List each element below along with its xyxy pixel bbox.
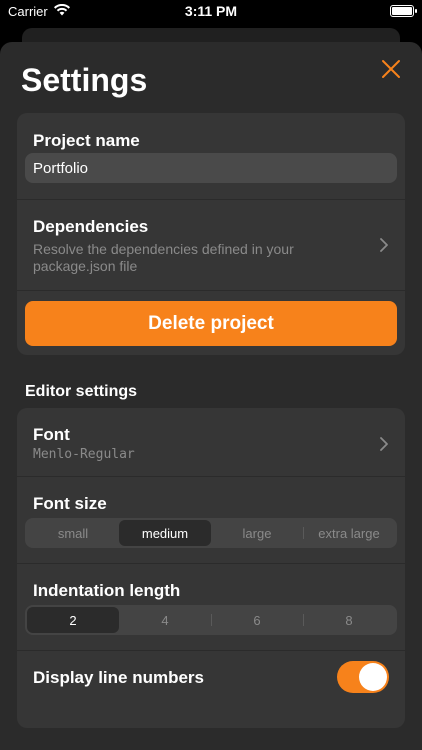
indentation-option-2[interactable]: 2 [27,607,119,633]
font-size-option-large[interactable]: large [211,520,303,546]
font-size-option-small[interactable]: small [27,520,119,546]
line-numbers-label: Display line numbers [33,668,204,687]
font-row[interactable]: Font Menlo-Regular [17,408,405,476]
divider [17,290,405,291]
indentation-option-6[interactable]: 6 [211,607,303,633]
project-name-field[interactable] [25,153,397,183]
status-time: 3:11 PM [184,3,238,19]
battery-icon [390,5,417,17]
dependencies-description-line1: Resolve the dependencies defined in your [33,241,294,257]
toggle-knob [359,663,387,691]
page-title: Settings [21,62,148,98]
dependencies-row[interactable]: Dependencies Resolve the dependencies de… [17,200,405,290]
dependencies-description-line2: package.json file [33,258,138,274]
font-size-option-extra-large[interactable]: extra large [303,520,395,546]
dependencies-label: Dependencies [33,217,149,236]
close-button[interactable] [378,56,404,82]
font-size-segmented-control: small medium large extra large [25,518,397,548]
close-icon [382,60,400,78]
editor-settings-header: Editor settings [25,383,138,400]
project-name-label: Project name [33,131,140,150]
indentation-segmented-control: 2 4 6 8 [25,605,397,635]
indentation-option-4[interactable]: 4 [119,607,211,633]
font-label: Font [33,425,70,444]
project-card: Project name Dependencies Resolve the de… [17,113,405,355]
divider [17,563,405,564]
indentation-option-8[interactable]: 8 [303,607,395,633]
chevron-right-icon [380,238,388,252]
divider [17,650,405,651]
delete-project-button[interactable]: Delete project [25,301,397,346]
chevron-right-icon [380,437,388,451]
font-size-label: Font size [33,494,107,513]
status-bar: Carrier 3:11 PM [0,0,422,24]
editor-card: Font Menlo-Regular Font size small mediu… [17,408,405,728]
line-numbers-toggle[interactable] [337,661,389,693]
divider [17,476,405,477]
indentation-label: Indentation length [33,581,181,600]
font-value: Menlo-Regular [33,447,135,462]
font-size-option-medium[interactable]: medium [119,520,211,546]
